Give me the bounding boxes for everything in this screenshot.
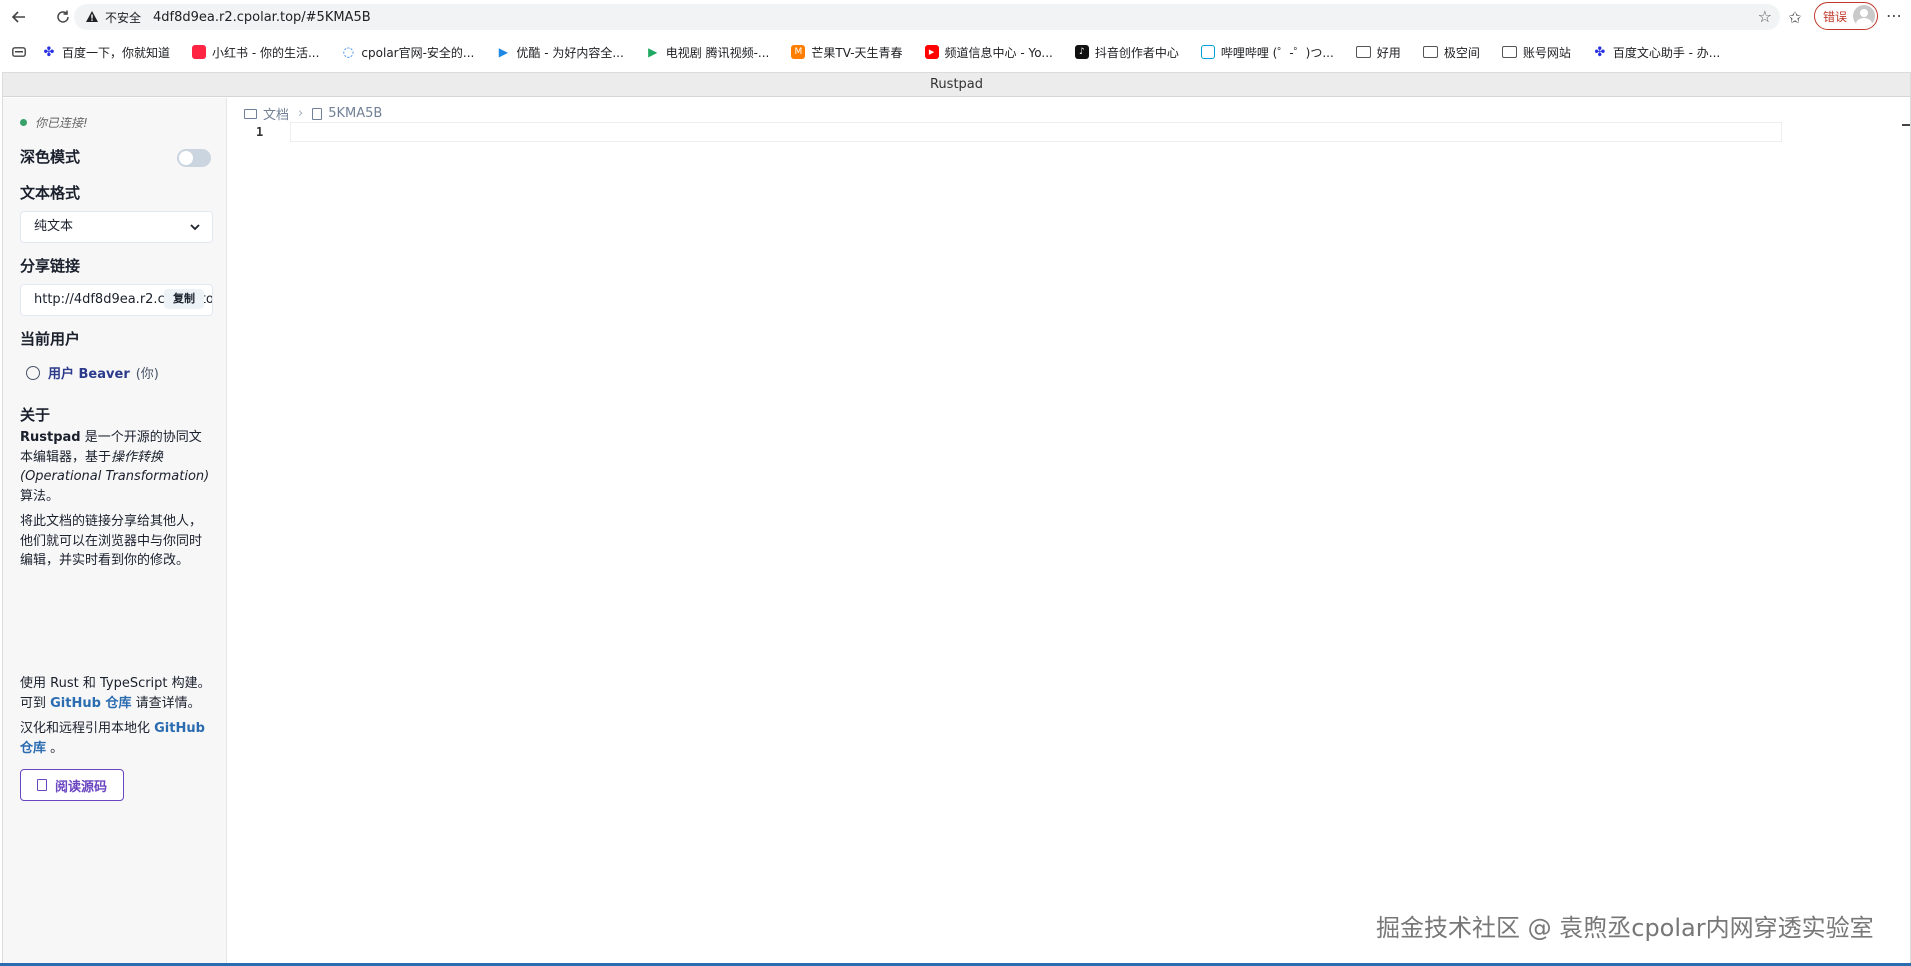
share-label: 分享链接 (20, 257, 81, 275)
tab-search-icon[interactable] (12, 47, 26, 57)
address-bar[interactable]: 不安全 4df8d9ea.r2.cpolar.top/#5KMA5B ☆ (74, 4, 1780, 30)
copy-button[interactable]: 复制 (164, 289, 204, 309)
baidu-icon: ✤ (43, 44, 55, 60)
xiaohongshu-icon (192, 45, 207, 59)
tencent-video-icon: ▶ (648, 45, 658, 59)
document-icon (312, 107, 323, 120)
breadcrumb-doc[interactable]: 5KMA5B (328, 106, 382, 121)
about-paragraph-3: 使用 Rust 和 TypeScript 构建。可到 GitHub 仓库 请查详… (20, 676, 211, 711)
sidebar: 你已连接! 深色模式 文本格式 纯文本 分享链接 http://4df8d9ea… (3, 98, 227, 964)
connection-status: 你已连接! (20, 114, 88, 131)
profile-error-label: 错误 (1823, 9, 1848, 24)
bookmark-folder[interactable]: 极空间 (1422, 44, 1480, 61)
app-window: Rustpad 你已连接! 深色模式 文本格式 纯文本 分享链接 http://… (2, 72, 1911, 966)
mangotv-icon: M (791, 45, 806, 59)
bookmark-item[interactable]: ♪ 抖音创作者中心 (1074, 44, 1179, 61)
back-arrow-icon[interactable] (6, 4, 32, 30)
format-select-value: 纯文本 (34, 219, 74, 234)
format-label: 文本格式 (20, 184, 81, 202)
more-menu-icon[interactable]: ⋯ (1886, 6, 1902, 25)
cpolar-icon: ◌ (342, 44, 355, 60)
youtube-icon: ▶ (924, 45, 939, 59)
breadcrumb: 文档 › 5KMA5B (244, 104, 382, 123)
warning-icon (84, 9, 100, 25)
breadcrumb-root[interactable]: 文档 (263, 104, 289, 123)
scrollbar-marker[interactable] (1902, 124, 1910, 126)
line-number: 1 (256, 125, 264, 139)
folder-icon (1355, 46, 1371, 58)
douyin-icon: ♪ (1074, 45, 1089, 59)
profile-button[interactable]: 错误 (1814, 2, 1878, 30)
user-you-label: (你) (135, 367, 159, 382)
bookmark-item[interactable]: M 芒果TV-天生青春 (791, 44, 903, 61)
chevron-right-icon: › (298, 106, 304, 121)
folder-open-icon (244, 108, 257, 119)
dark-mode-toggle[interactable] (177, 149, 211, 167)
about-label: 关于 (20, 406, 51, 424)
watermark-text: 掘金技术社区 @ 袁煦丞cpolar内网穿透实验室 (1376, 914, 1874, 942)
bookmark-item[interactable]: 哔哩哔哩 (゜-゜)つ... (1200, 44, 1334, 61)
browser-toolbar: 不安全 4df8d9ea.r2.cpolar.top/#5KMA5B ☆ ✩ 错… (0, 0, 1911, 34)
bookmark-item[interactable]: ▶ 电视剧 腾讯视频-... (646, 44, 769, 61)
user-circle-icon (26, 365, 40, 380)
baidu-icon: ✤ (1594, 44, 1606, 60)
about-paragraph-1: Rustpad 是一个开源的协同文本编辑器，基于操作转换 (Operationa… (20, 430, 210, 504)
chevron-down-icon (190, 212, 200, 242)
bookmarks-bar: ✤ 百度一下，你就知道 小红书 - 你的生活... ◌ cpolar官网-安全的..… (0, 38, 1911, 66)
status-dot-icon (20, 119, 27, 126)
editor-pane[interactable]: 文档 › 5KMA5B 1 (228, 98, 1910, 964)
bookmark-item[interactable]: ✤ 百度一下，你就知道 (42, 44, 170, 61)
favorite-star-icon[interactable]: ☆ (1758, 7, 1772, 26)
bookmark-item[interactable]: ▶ 优酷 - 为好内容全... (496, 44, 624, 61)
user-name: 用户 Beaver (48, 367, 130, 382)
bookmark-folder[interactable]: 账号网站 (1501, 44, 1571, 61)
bilibili-icon (1200, 45, 1215, 59)
book-icon (36, 779, 47, 791)
about-paragraph-4: 汉化和远程引用本地化 GitHub 仓库 。 (20, 721, 205, 756)
bookmark-item[interactable]: 小红书 - 你的生活... (192, 44, 319, 61)
reload-icon[interactable] (50, 4, 76, 30)
folder-icon (1422, 46, 1438, 58)
current-line[interactable] (290, 122, 1782, 142)
app-title: Rustpad (3, 73, 1910, 97)
bookmark-item[interactable]: ◌ cpolar官网-安全的... (341, 44, 475, 61)
insecure-label[interactable]: 不安全 (105, 9, 141, 26)
bookmark-folder[interactable]: 好用 (1355, 44, 1401, 61)
format-select[interactable]: 纯文本 (20, 211, 213, 243)
bookmark-item[interactable]: ▶ 频道信息中心 - Yo... (924, 44, 1053, 61)
read-source-button[interactable]: 阅读源码 (20, 769, 124, 801)
dark-mode-label: 深色模式 (20, 148, 81, 166)
youku-icon: ▶ (498, 45, 508, 59)
folder-icon (1501, 46, 1517, 58)
avatar (1853, 5, 1876, 27)
github-link[interactable]: GitHub 仓库 (50, 696, 131, 711)
about-paragraph-2: 将此文档的链接分享给其他人，他们就可以在浏览器中与你同时编辑，并实时看到你的修改… (20, 514, 203, 568)
user-item[interactable]: 用户 Beaver (你) (20, 363, 159, 382)
users-label: 当前用户 (20, 330, 81, 348)
favorites-icon[interactable]: ✩ (1784, 6, 1806, 28)
url-text[interactable]: 4df8d9ea.r2.cpolar.top/#5KMA5B (153, 10, 371, 25)
bookmark-item[interactable]: ✤ 百度文心助手 - 办... (1593, 44, 1720, 61)
